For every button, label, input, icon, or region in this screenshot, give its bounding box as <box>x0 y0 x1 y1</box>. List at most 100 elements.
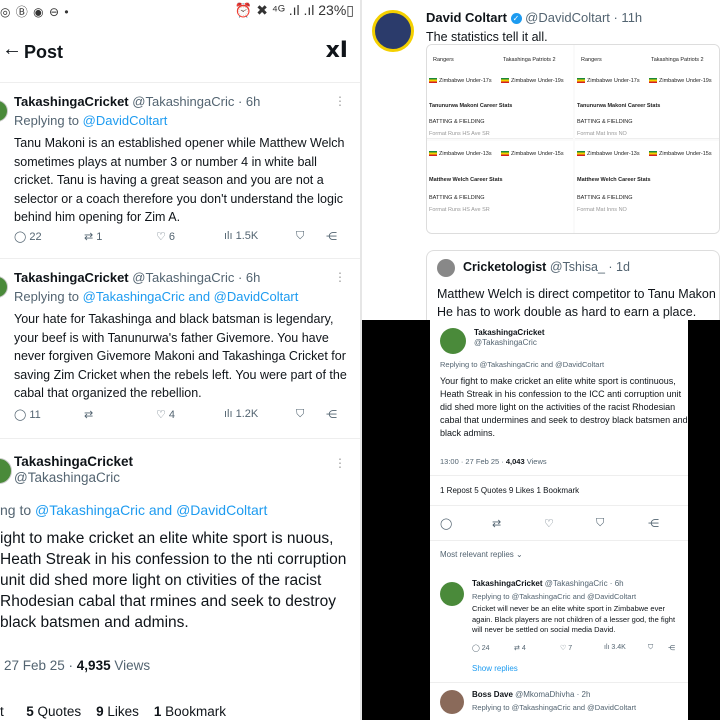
bookmark-icon[interactable]: ⛉ <box>648 644 653 652</box>
replying-to-link[interactable]: @TakashingaCric and @DavidColtart <box>35 502 267 518</box>
quoted-tweet[interactable]: Cricketologist @Tshisa_ · 1d Matthew Wel… <box>426 250 720 320</box>
reply-icon[interactable]: ◯ 22 <box>14 230 42 243</box>
sort-replies-dropdown[interactable]: Most relevant replies ⌄ <box>440 550 523 559</box>
author-name[interactable]: TakashingaCricket <box>474 328 545 337</box>
bookmark-icon[interactable]: ⛉ <box>296 408 304 421</box>
author-handle: @MkomaDhivha · 2h <box>512 690 591 699</box>
reply-body: Cricket will never be an elite white spo… <box>472 604 676 634</box>
reply-count: 24 <box>481 645 490 652</box>
author-name[interactable]: Boss Dave <box>472 690 513 699</box>
views-icon[interactable]: ılı 1.2K <box>224 408 258 420</box>
author-handle: @TakashingaCric <box>14 470 120 485</box>
like-icon[interactable]: ♡ 7 <box>560 644 572 652</box>
team-label: Takashinga Patriots 2 <box>651 57 704 63</box>
avatar[interactable] <box>372 10 414 52</box>
views-icon[interactable]: ılı 3.4K <box>604 644 626 651</box>
team-label: Zimbabwe Under-15s <box>511 151 564 157</box>
stats-image[interactable]: Rangers Takashinga Patriots 2 Zimbabwe U… <box>426 44 720 234</box>
avatar[interactable] <box>440 690 464 714</box>
column-headers: Format Mat Inns NO <box>577 131 627 137</box>
team-label: Takashinga Patriots 2 <box>503 57 556 63</box>
bookmarks-label[interactable]: Bookmark <box>161 704 226 719</box>
like-icon[interactable]: ♡ 6 <box>156 230 175 243</box>
replying-to-link[interactable]: Replying to @TakashingaCric and @DavidCo… <box>472 592 636 601</box>
likes-label[interactable]: Likes <box>104 704 139 719</box>
like-icon[interactable]: ♡ <box>544 517 554 530</box>
team-row: Zimbabwe Under-15s <box>649 151 712 157</box>
reply-icon[interactable]: ◯ 11 <box>14 408 41 421</box>
author-name[interactable]: Cricketologist <box>463 260 546 274</box>
flag-icon <box>429 78 437 84</box>
career-title: Tanunurwa Makoni Career Stats <box>577 103 661 109</box>
tweet-card: TakashingaCricket @TakashingaCric Replyi… <box>430 320 688 720</box>
like-icon[interactable]: ♡ 4 <box>156 408 175 421</box>
team-label: Zimbabwe Under-19s <box>659 78 712 84</box>
reply-icon[interactable]: ◯ <box>440 517 452 530</box>
bookmark-icon[interactable]: ⛉ <box>296 230 304 243</box>
divider <box>430 475 688 476</box>
more-icon[interactable]: ⋮ <box>334 94 346 108</box>
share-icon[interactable]: ⋲ <box>326 408 337 421</box>
reply-count: 22 <box>29 231 42 243</box>
share-icon[interactable]: ⋲ <box>648 517 659 530</box>
share-icon[interactable]: ⋲ <box>668 644 675 652</box>
engagement-stats: t 5 Quotes 9 Likes 1 Bookmark <box>0 704 226 719</box>
team-label: Rangers <box>581 57 602 63</box>
repost-icon[interactable]: ⇄ <box>84 408 93 421</box>
divider <box>0 438 360 439</box>
reply-icon[interactable]: ◯ 24 <box>472 644 490 652</box>
likes-count[interactable]: 9 <box>96 704 104 719</box>
more-icon[interactable]: ⋮ <box>334 270 346 284</box>
quotes-label[interactable]: Quotes <box>34 704 82 719</box>
repost-icon[interactable]: ⇄ 1 <box>84 230 102 243</box>
flag-icon <box>649 78 657 84</box>
avatar[interactable] <box>0 458 12 484</box>
more-icon[interactable]: ⋮ <box>334 456 346 470</box>
repost-icon[interactable]: ⇄ 4 <box>514 644 526 652</box>
author-name[interactable]: TakashingaCricket <box>14 94 129 109</box>
grok-icon[interactable]: xI <box>326 38 348 63</box>
share-icon[interactable]: ⋲ <box>326 230 337 243</box>
author-name[interactable]: TakashingaCricket <box>472 579 543 588</box>
author-handle: @TakashingaCric · 6h <box>542 579 624 588</box>
author-name[interactable]: TakashingaCricket <box>14 454 133 469</box>
replying-to-link[interactable]: @DavidColtart <box>83 113 168 128</box>
team-row: Zimbabwe Under-17s <box>577 78 640 84</box>
avatar[interactable] <box>0 276 8 298</box>
replying-label: Replying to <box>14 289 80 304</box>
views-icon[interactable]: ılı 1.5K <box>224 230 258 242</box>
timestamp: 13:00 · 27 Feb 25 · <box>440 457 506 466</box>
page-title: Post <box>24 42 64 62</box>
views-count: 3.4K <box>611 644 626 651</box>
team-label: Zimbabwe Under-19s <box>511 78 564 84</box>
replying-label: ng to <box>0 502 32 518</box>
show-replies-link[interactable]: Show replies <box>472 664 518 673</box>
tweet-body: Your hate for Takashinga and black batsm… <box>14 312 347 400</box>
author-handle: @TakashingaCric · 6h <box>132 94 261 109</box>
replying-to-link[interactable]: @TakashingaCric and @DavidColtart <box>83 289 299 304</box>
author-name[interactable]: TakashingaCricket <box>14 270 129 285</box>
replying-to-link[interactable]: Replying to @TakashingaCric and @DavidCo… <box>440 360 604 369</box>
career-title: Matthew Welch Career Stats <box>577 177 651 183</box>
quotes-count[interactable]: 5 <box>26 704 34 719</box>
reposts-tail[interactable]: t <box>0 704 4 719</box>
avatar[interactable] <box>440 582 464 606</box>
divider <box>0 82 360 83</box>
views-label: Views <box>524 457 547 466</box>
avatar[interactable] <box>437 259 455 277</box>
avatar[interactable] <box>440 328 466 354</box>
team-label: Zimbabwe Under-15s <box>659 151 712 157</box>
flag-icon <box>577 78 585 84</box>
engagement-stats[interactable]: 1 Repost 5 Quotes 9 Likes 1 Bookmark <box>440 486 579 495</box>
status-bar: ◎ Ⓑ ◉ ⊖ • ⏰ ✖ ⁴ᴳ .ıl .ıl 23%▯ <box>0 0 360 22</box>
back-arrow-icon[interactable]: ← <box>2 38 22 61</box>
replying-to-link[interactable]: Replying to @TakashingaCric and @DavidCo… <box>472 703 636 712</box>
section-label: BATTING & FIELDING <box>429 195 485 201</box>
stats-card: Rangers Takashinga Patriots 2 Zimbabwe U… <box>575 45 719 139</box>
avatar[interactable] <box>0 100 8 122</box>
top-right-screenshot: David Coltart ✓ @DavidColtart · 11h The … <box>362 0 720 320</box>
author-name[interactable]: David Coltart <box>426 10 507 25</box>
team-label: Zimbabwe Under-13s <box>587 151 640 157</box>
repost-icon[interactable]: ⇄ <box>492 517 501 530</box>
bookmark-icon[interactable]: ⛉ <box>596 517 604 530</box>
